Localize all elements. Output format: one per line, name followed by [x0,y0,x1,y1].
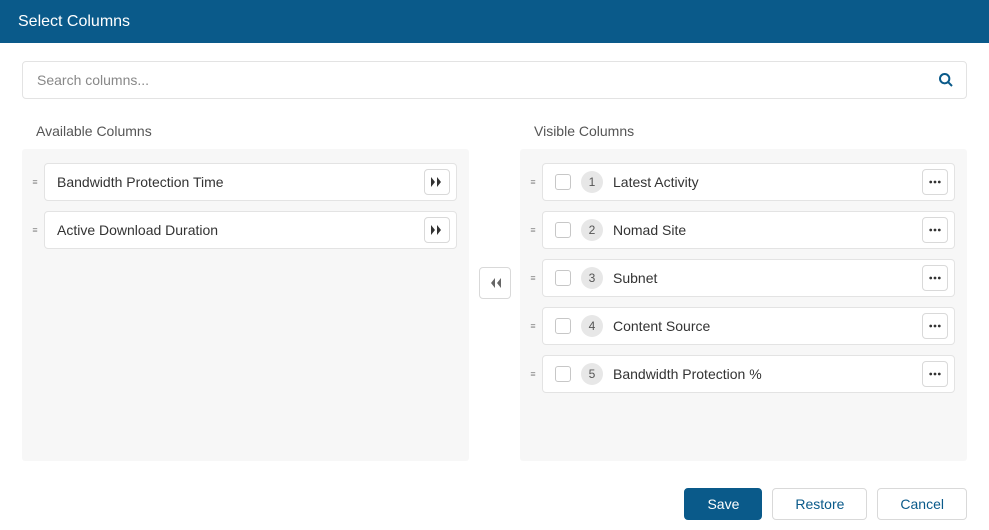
item-label: Latest Activity [613,174,918,190]
item-label: Nomad Site [613,222,918,238]
order-badge: 1 [581,171,603,193]
drag-handle-icon[interactable]: ≡ [526,180,540,184]
checkbox[interactable] [555,174,571,190]
available-title: Available Columns [36,123,469,139]
list-item: ≡ 3 Subnet [526,259,955,297]
checkbox[interactable] [555,222,571,238]
order-badge: 3 [581,267,603,289]
more-options-icon[interactable] [922,313,948,339]
search-row [22,61,967,99]
dialog-header: Select Columns [0,0,989,43]
list-item: ≡ 1 Latest Activity [526,163,955,201]
checkbox[interactable] [555,366,571,382]
available-item-card[interactable]: Active Download Duration [44,211,457,249]
drag-handle-icon[interactable]: ≡ [28,180,42,184]
available-item-card[interactable]: Bandwidth Protection Time [44,163,457,201]
move-all-left-icon[interactable] [479,267,511,299]
item-label: Content Source [613,318,918,334]
footer-actions: Save Restore Cancel [684,488,967,520]
checkbox[interactable] [555,318,571,334]
item-label: Bandwidth Protection % [613,366,918,382]
available-panel: Available Columns ≡ Bandwidth Protection… [22,117,469,461]
list-item: ≡ 4 Content Source [526,307,955,345]
more-options-icon[interactable] [922,217,948,243]
available-list: ≡ Bandwidth Protection Time ≡ [22,149,469,461]
drag-handle-icon[interactable]: ≡ [526,372,540,376]
drag-handle-icon[interactable]: ≡ [526,324,540,328]
item-label: Active Download Duration [57,222,420,238]
cancel-button[interactable]: Cancel [877,488,967,520]
list-item: ≡ Active Download Duration [28,211,457,249]
visible-title: Visible Columns [534,123,967,139]
center-controls [469,117,520,299]
restore-button[interactable]: Restore [772,488,867,520]
visible-item-card[interactable]: 3 Subnet [542,259,955,297]
item-label: Bandwidth Protection Time [57,174,420,190]
order-badge: 4 [581,315,603,337]
visible-item-card[interactable]: 2 Nomad Site [542,211,955,249]
list-item: ≡ 5 Bandwidth Protection % [526,355,955,393]
drag-handle-icon[interactable]: ≡ [526,276,540,280]
move-right-icon[interactable] [424,169,450,195]
more-options-icon[interactable] [922,169,948,195]
visible-list: ≡ 1 Latest Activity ≡ [520,149,967,461]
more-options-icon[interactable] [922,265,948,291]
order-badge: 5 [581,363,603,385]
drag-handle-icon[interactable]: ≡ [526,228,540,232]
save-button[interactable]: Save [684,488,762,520]
search-input[interactable] [22,61,967,99]
list-item: ≡ 2 Nomad Site [526,211,955,249]
more-options-icon[interactable] [922,361,948,387]
search-icon[interactable] [931,65,961,95]
visible-item-card[interactable]: 1 Latest Activity [542,163,955,201]
order-badge: 2 [581,219,603,241]
visible-panel: Visible Columns ≡ 1 Latest Activity [520,117,967,461]
move-right-icon[interactable] [424,217,450,243]
drag-handle-icon[interactable]: ≡ [28,228,42,232]
dialog-title: Select Columns [18,13,130,31]
list-item: ≡ Bandwidth Protection Time [28,163,457,201]
visible-item-card[interactable]: 4 Content Source [542,307,955,345]
visible-item-card[interactable]: 5 Bandwidth Protection % [542,355,955,393]
item-label: Subnet [613,270,918,286]
checkbox[interactable] [555,270,571,286]
